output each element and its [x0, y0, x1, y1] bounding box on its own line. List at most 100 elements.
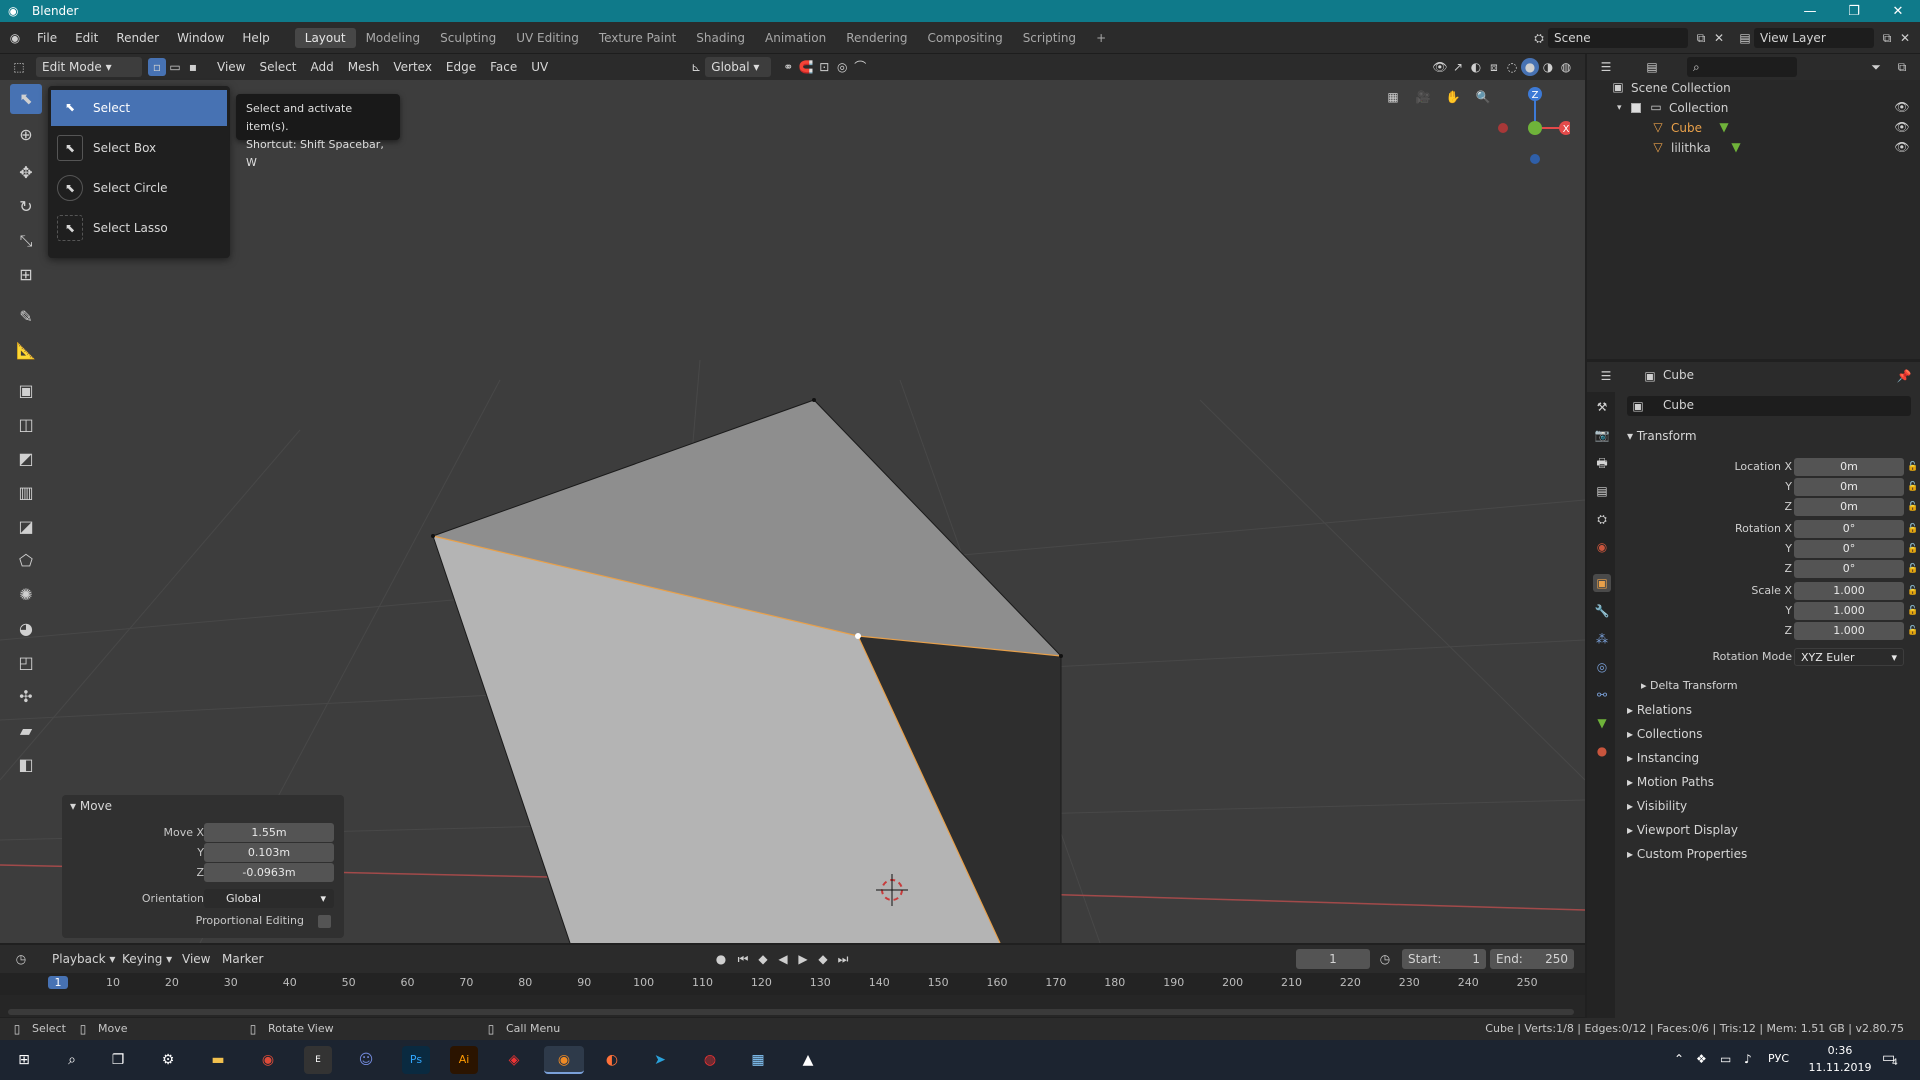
timeline-view-menu[interactable]: View — [182, 952, 210, 966]
eye-icon[interactable]: 👁 — [1893, 98, 1911, 116]
volume-icon[interactable]: ♪ — [1744, 1052, 1752, 1066]
orientation-selector[interactable]: Global ▾ — [705, 57, 772, 77]
menu-item-select[interactable]: ⬉ Select — [51, 90, 227, 126]
mesh-data-icon[interactable]: ▼ — [1715, 118, 1733, 136]
vertex[interactable] — [431, 534, 435, 538]
restore-button[interactable]: ❐ — [1832, 4, 1876, 19]
active-vertex[interactable] — [855, 633, 861, 639]
current-frame-marker[interactable]: 1 — [48, 976, 68, 989]
mode-selector[interactable]: Edit Mode ▾ — [36, 57, 142, 77]
physics-tab-icon[interactable]: ◎ — [1593, 658, 1611, 676]
annotate-tool-icon[interactable]: ✎ — [10, 302, 42, 332]
end-frame-field[interactable]: End: 250 — [1490, 949, 1574, 969]
select-tool-icon[interactable]: ⬉ — [10, 84, 42, 114]
location-x-field[interactable]: 0m — [1794, 458, 1904, 476]
menu-uv[interactable]: UV — [524, 60, 555, 74]
smooth-tool-icon[interactable]: ◕ — [10, 614, 42, 644]
timeline-scrollbar[interactable] — [8, 1009, 1574, 1015]
illustrator-icon[interactable]: Ai — [450, 1046, 478, 1074]
gizmo-neg-x-icon[interactable] — [1498, 123, 1508, 133]
menu-window[interactable]: Window — [168, 31, 233, 45]
extrude-tool-icon[interactable]: ▣ — [10, 376, 42, 406]
menu-edit[interactable]: Edit — [66, 31, 107, 45]
network-icon[interactable]: ▭ — [1720, 1052, 1731, 1066]
photos-icon[interactable]: ▲ — [794, 1046, 822, 1074]
timeline-body[interactable] — [0, 995, 1585, 1017]
lock-icon[interactable]: 🔓 — [1907, 540, 1918, 558]
scale-z-field[interactable]: 1.000 — [1794, 622, 1904, 640]
eye-icon[interactable]: 👁 — [1893, 138, 1911, 156]
transform-tool-icon[interactable]: ⊞ — [10, 260, 42, 290]
lock-icon[interactable]: 🔓 — [1907, 478, 1918, 496]
xray-toggle-icon[interactable]: ⧈ — [1485, 58, 1503, 76]
telegram-icon[interactable]: ➤ — [646, 1046, 674, 1074]
tab-texture-paint[interactable]: Texture Paint — [589, 28, 686, 48]
tab-compositing[interactable]: Compositing — [917, 28, 1012, 48]
move-z-field[interactable]: -0.0963m — [204, 863, 334, 882]
snap-target-icon[interactable]: ⊡ — [815, 58, 833, 76]
custom-properties-section[interactable]: ▸ Custom Properties — [1627, 844, 1747, 864]
minimize-button[interactable]: — — [1788, 4, 1832, 19]
discord-icon[interactable]: ☺ — [352, 1046, 380, 1074]
data-tab-icon[interactable]: ▼ — [1593, 714, 1611, 732]
keying-menu[interactable]: Keying ▾ — [122, 952, 172, 966]
scene-selector[interactable]: Scene — [1548, 27, 1688, 48]
menu-vertex[interactable]: Vertex — [386, 60, 439, 74]
shading-solid-icon[interactable]: ● — [1521, 58, 1539, 76]
proportional-checkbox[interactable] — [318, 915, 331, 928]
particles-tab-icon[interactable]: ⁂ — [1593, 630, 1611, 648]
file-explorer-icon[interactable]: ▬ — [204, 1046, 232, 1074]
outliner-row-lilithka[interactable]: ▽ lilithka ▼ 👁 — [1587, 138, 1920, 158]
search-icon[interactable]: ⌕ — [58, 1046, 86, 1074]
vertex[interactable] — [1059, 654, 1063, 658]
constraints-tab-icon[interactable]: ⚯ — [1593, 686, 1611, 704]
move-x-field[interactable]: 1.55m — [204, 823, 334, 842]
rip-tool-icon[interactable]: ◧ — [10, 750, 42, 780]
outliner-row-scene-collection[interactable]: ▣ Scene Collection — [1587, 78, 1920, 98]
timeline-ruler[interactable]: 1 10 20 30 40 50 60 70 80 90 100 110 120 130 140 150 160… — [0, 973, 1585, 995]
bevel-tool-icon[interactable]: ◩ — [10, 444, 42, 474]
inset-tool-icon[interactable]: ◫ — [10, 410, 42, 440]
location-y-field[interactable]: 0m — [1794, 478, 1904, 496]
close-button[interactable]: ✕ — [1876, 4, 1920, 19]
properties-type-icon[interactable]: ☰ — [1597, 367, 1615, 385]
orientation-dropdown[interactable]: Global ▾ — [204, 889, 334, 908]
navigation-gizmo[interactable]: Z X — [1490, 84, 1570, 164]
object-tab-icon[interactable]: ▣ — [1593, 574, 1611, 592]
menu-edge[interactable]: Edge — [439, 60, 483, 74]
rotation-mode-dropdown[interactable]: XYZ Euler ▾ — [1794, 648, 1904, 666]
menu-face[interactable]: Face — [483, 60, 524, 74]
poly-build-tool-icon[interactable]: ⬠ — [10, 546, 42, 576]
shading-material-icon[interactable]: ◑ — [1539, 58, 1557, 76]
tab-sculpting[interactable]: Sculpting — [430, 28, 506, 48]
expand-arrow-icon[interactable]: ▾ — [1617, 98, 1622, 118]
next-key-icon[interactable]: ◆ — [814, 950, 832, 968]
blender-menu-icon[interactable]: ◉ — [6, 29, 24, 47]
rotation-x-field[interactable]: 0° — [1794, 520, 1904, 538]
tab-modeling[interactable]: Modeling — [356, 28, 431, 48]
photoshop-icon[interactable]: Ps — [402, 1046, 430, 1074]
start-frame-field[interactable]: Start: 1 — [1402, 949, 1486, 969]
gizmo-neg-z-icon[interactable] — [1530, 154, 1540, 164]
play-reverse-icon[interactable]: ◀ — [774, 950, 792, 968]
pin-icon[interactable]: 📌 — [1895, 367, 1913, 385]
rotation-z-field[interactable]: 0° — [1794, 560, 1904, 578]
scale-x-field[interactable]: 1.000 — [1794, 582, 1904, 600]
filter-icon[interactable]: ⏷ — [1867, 58, 1885, 76]
task-view-icon[interactable]: ❐ — [104, 1046, 132, 1074]
scale-y-field[interactable]: 1.000 — [1794, 602, 1904, 620]
visibility-icon[interactable]: 👁 — [1431, 58, 1449, 76]
knife-tool-icon[interactable]: ◪ — [10, 512, 42, 542]
menu-help[interactable]: Help — [233, 31, 278, 45]
delete-view-layer-icon[interactable]: ✕ — [1896, 29, 1914, 47]
play-icon[interactable]: ▶ — [794, 950, 812, 968]
steam-icon[interactable]: ⚙ — [154, 1046, 182, 1074]
menu-item-select-box[interactable]: ⬉ Select Box — [51, 130, 227, 166]
gizmo-toggle-icon[interactable]: ↗ — [1449, 58, 1467, 76]
lock-icon[interactable]: 🔓 — [1907, 458, 1918, 476]
app-icon[interactable]: ◈ — [500, 1046, 528, 1074]
lock-icon[interactable]: 🔓 — [1907, 602, 1918, 620]
camera-view-icon[interactable]: 🎥 — [1414, 88, 1432, 106]
menu-select[interactable]: Select — [252, 60, 303, 74]
chrome-icon[interactable]: ◉ — [254, 1046, 282, 1074]
